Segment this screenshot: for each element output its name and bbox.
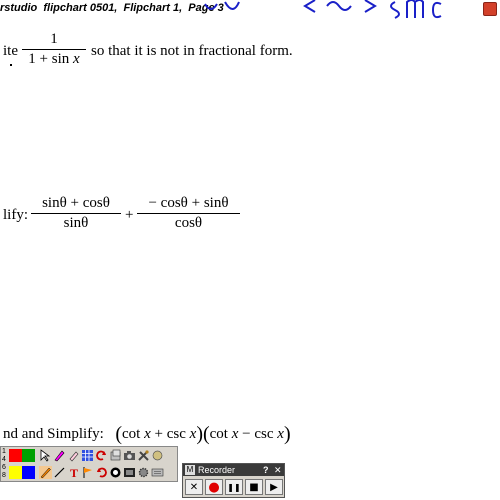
drawing-toolbar: 1 4 6 8 T	[0, 446, 178, 482]
settings-icon[interactable]	[137, 466, 150, 479]
plus-csc: + csc	[150, 426, 190, 442]
problem-3: nd and Simplify: (cot x + csc x)(cot x −…	[3, 421, 291, 445]
window-title: rstudio flipchart 0501, Flipchart 1, Pag…	[0, 2, 224, 14]
problem-1-trail: so that it is not in fractional form.	[91, 43, 293, 59]
denominator-variable: x	[73, 51, 80, 67]
flag-icon[interactable]	[81, 466, 94, 479]
recorder-cancel-button[interactable]: ✕	[185, 479, 203, 495]
palette-number-6: 6	[2, 464, 6, 471]
text-icon[interactable]: T	[67, 466, 80, 479]
tools-icon[interactable]	[137, 449, 150, 462]
plus-sign: +	[125, 207, 134, 223]
recorder-help-button[interactable]: ?	[263, 464, 269, 476]
cot-1: cot	[122, 426, 145, 442]
var-x-4: x	[277, 426, 284, 442]
clear-icon[interactable]	[151, 449, 164, 462]
paren-close: )	[283, 423, 291, 445]
redo-icon[interactable]	[95, 466, 108, 479]
recorder-title: Recorder	[198, 465, 236, 475]
paren-close-open: )(	[196, 423, 210, 445]
denominator-text: 1 + sin	[28, 51, 74, 67]
problem-1-denominator: 1 + sin x	[22, 51, 86, 68]
play-button[interactable]: ▶	[265, 479, 283, 495]
grid-icon[interactable]	[81, 449, 94, 462]
palette-number-1: 1	[2, 448, 6, 455]
camera-icon[interactable]	[123, 449, 136, 462]
color-yellow-swatch[interactable]	[9, 466, 22, 479]
fraction-bar	[22, 49, 86, 50]
dot-mark	[10, 64, 12, 66]
fraction-bar	[137, 213, 240, 214]
recorder-app-icon: M	[185, 465, 195, 475]
palette-number-8: 8	[2, 472, 6, 479]
svg-text:T: T	[70, 466, 78, 479]
problem-2-fraction-1: sinθ + cosθ sinθ	[31, 195, 121, 232]
window-close-button[interactable]	[483, 2, 497, 16]
fraction-1-denominator: sinθ	[63, 215, 89, 231]
keyboard-icon[interactable]	[151, 466, 164, 479]
var-x-1: x	[144, 426, 151, 442]
color-blue-swatch[interactable]	[22, 466, 35, 479]
problem-2-lead: lify:	[3, 207, 28, 223]
undo-icon[interactable]	[95, 449, 108, 462]
color-green-swatch[interactable]	[22, 449, 35, 462]
color-red-swatch[interactable]	[9, 449, 22, 462]
fraction-bar	[31, 213, 121, 214]
highlighter-icon[interactable]	[67, 449, 80, 462]
handwriting-ink	[204, 0, 442, 19]
page-icon[interactable]	[109, 449, 122, 462]
select-arrow-icon[interactable]	[39, 449, 52, 462]
fraction-1-numerator: sinθ + cosθ	[42, 195, 110, 211]
pen-tool-icon[interactable]	[39, 466, 52, 479]
recorder-close-button[interactable]: ✕	[274, 464, 282, 476]
cot-2: cot	[209, 426, 232, 442]
minus-csc: − csc	[238, 426, 278, 442]
recorder-title-bar[interactable]: M Recorder ? ✕	[183, 464, 284, 476]
fraction-2-denominator: cosθ	[174, 215, 203, 231]
stop-button[interactable]: ■	[245, 479, 263, 495]
recorder-window: M Recorder ? ✕ ✕ ● ❚❚ ■ ▶	[182, 463, 285, 498]
problem-1-numerator: 1	[50, 31, 58, 47]
screen-shade-icon[interactable]	[123, 466, 136, 479]
line-icon[interactable]	[53, 466, 66, 479]
problem-2-fraction-2: − cosθ + sinθ cosθ	[137, 195, 240, 232]
problem-1-lead: ite	[3, 43, 18, 59]
pen-icon[interactable]	[53, 449, 66, 462]
paren-open: (	[115, 423, 123, 445]
problem-1-fraction: 1 1 + sin x	[22, 31, 86, 68]
problem-3-lead: nd and Simplify:	[3, 426, 104, 442]
pause-button[interactable]: ❚❚	[225, 479, 243, 495]
record-button[interactable]: ●	[205, 479, 223, 495]
palette-number-4: 4	[2, 456, 6, 463]
title-bar: rstudio flipchart 0501, Flipchart 1, Pag…	[0, 0, 500, 19]
spotlight-icon[interactable]	[109, 466, 122, 479]
fraction-2-numerator: − cosθ + sinθ	[148, 195, 229, 211]
